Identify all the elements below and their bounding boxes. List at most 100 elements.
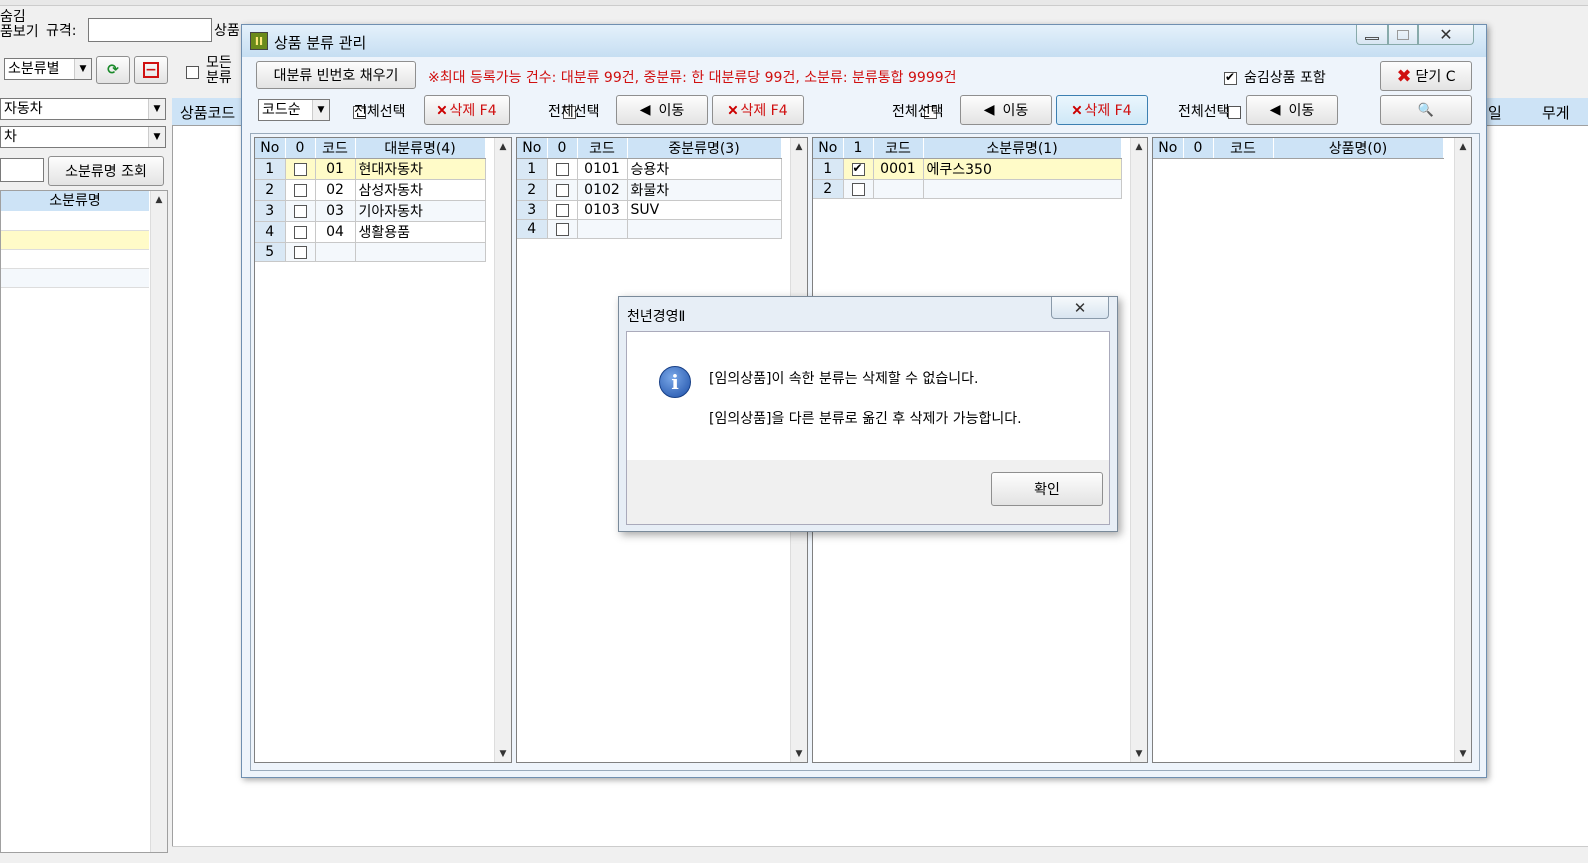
scroll-up-icon[interactable]: ▲ [1131, 138, 1147, 155]
table-row[interactable]: 2 [813, 179, 1122, 199]
close-button[interactable]: ✖ 닫기 C [1380, 61, 1472, 91]
hidden-view-label: 숨김 품보기 [0, 9, 39, 40]
sub-name-input[interactable] [0, 158, 44, 182]
major-select-all-label: 전체선택 [354, 104, 406, 120]
table-row[interactable]: 2 0102 화물차 [517, 179, 782, 201]
info-icon: i [659, 366, 691, 398]
scroll-up-icon[interactable]: ▲ [495, 138, 511, 155]
scroll-up-icon[interactable]: ▲ [791, 138, 807, 155]
fill-empty-numbers-button[interactable]: 대분류 빈번호 채우기 [256, 61, 416, 89]
bottom-scrollbar[interactable] [172, 846, 1588, 863]
minor-move-button[interactable]: ◀ 이동 [960, 95, 1052, 125]
table-row[interactable]: 1 0001 에쿠스350 [813, 158, 1122, 180]
row-checkbox[interactable] [293, 183, 307, 197]
row-checkbox-cell[interactable] [843, 158, 874, 180]
minor-grid-scrollbar[interactable]: ▲ ▼ [1130, 138, 1147, 762]
product-move-button[interactable]: ◀ 이동 [1246, 95, 1338, 125]
row-no: 4 [517, 219, 548, 239]
table-row[interactable]: 4 04 생활용품 [255, 221, 486, 243]
row-code: 0001 [873, 158, 924, 180]
maximize-button[interactable] [1388, 25, 1418, 45]
middle-delete-label: 삭제 F4 [740, 103, 788, 119]
row-checkbox[interactable] [851, 161, 865, 176]
row-name: SUV [627, 200, 782, 220]
table-row[interactable]: 3 03 기아자동차 [255, 200, 486, 222]
col-check: 0 [1183, 138, 1214, 159]
row-checkbox-cell[interactable] [285, 242, 316, 262]
table-row[interactable]: 4 [517, 219, 782, 239]
row-checkbox-cell[interactable] [547, 219, 578, 239]
max-count-notice: ※최대 등록가능 건수: 대분류 99건, 중분류: 한 대분류당 99건, 소… [428, 70, 957, 86]
refresh-button[interactable]: ⟳ [96, 56, 130, 84]
scroll-down-icon[interactable]: ▼ [1455, 745, 1471, 762]
row-checkbox[interactable] [293, 225, 307, 239]
row-code: 0103 [577, 200, 628, 220]
dialog-titlebar[interactable] [242, 25, 1486, 57]
sub-list-scrollbar[interactable]: ▲ [150, 191, 167, 852]
table-row[interactable]: 2 02 삼성자동차 [255, 179, 486, 201]
minor-delete-button[interactable]: 🗙 삭제 F4 [1056, 95, 1148, 125]
spec-input[interactable] [88, 18, 212, 42]
row-no: 1 [517, 158, 548, 180]
table-row[interactable]: 1 0101 승용차 [517, 158, 782, 180]
row-checkbox-cell[interactable] [843, 179, 874, 199]
table-row[interactable]: 3 0103 SUV [517, 200, 782, 220]
all-category-checkbox[interactable] [186, 65, 199, 79]
alert-close-button[interactable]: ✕ [1051, 297, 1109, 319]
row-checkbox-cell[interactable] [285, 179, 316, 201]
scroll-up-icon[interactable]: ▲ [1455, 138, 1471, 155]
major-delete-button[interactable]: 🗙 삭제 F4 [424, 95, 510, 125]
list-item[interactable] [1, 212, 149, 231]
ok-button[interactable]: 확인 [991, 472, 1103, 506]
row-code: 03 [315, 200, 356, 222]
middle-move-button[interactable]: ◀ 이동 [616, 95, 708, 125]
scroll-down-icon[interactable]: ▼ [791, 745, 807, 762]
chevron-down-icon: ▼ [312, 100, 329, 120]
category-combo-2[interactable]: 차 ▼ [0, 126, 166, 148]
row-checkbox[interactable] [293, 245, 307, 259]
minimize-button[interactable] [1356, 25, 1388, 45]
scroll-up-icon[interactable]: ▲ [151, 191, 167, 208]
row-checkbox-cell[interactable] [547, 200, 578, 220]
table-row[interactable]: 5 [255, 242, 486, 262]
row-checkbox[interactable] [555, 183, 569, 197]
col-no: No [255, 138, 286, 159]
row-checkbox-cell[interactable] [285, 158, 316, 180]
row-checkbox[interactable] [555, 162, 569, 176]
row-checkbox-cell[interactable] [285, 200, 316, 222]
row-checkbox[interactable] [851, 182, 865, 196]
product-select-all-checkbox[interactable] [1227, 105, 1241, 119]
scroll-down-icon[interactable]: ▼ [1131, 745, 1147, 762]
product-grid-scrollbar[interactable]: ▲ ▼ [1454, 138, 1471, 762]
row-checkbox[interactable] [293, 204, 307, 218]
major-grid-scrollbar[interactable]: ▲ ▼ [494, 138, 511, 762]
list-item[interactable] [1, 250, 149, 269]
row-checkbox-cell[interactable] [547, 158, 578, 180]
list-item[interactable] [1, 269, 149, 288]
col-name: 상품명(0) [1273, 138, 1444, 159]
row-checkbox-cell[interactable] [285, 221, 316, 243]
col-code: 코드 [315, 138, 356, 159]
row-checkbox[interactable] [555, 222, 569, 236]
search-button[interactable]: 🔍 [1380, 95, 1472, 125]
list-item[interactable] [1, 231, 149, 250]
minor-select-all-label: 전체선택 [892, 104, 944, 120]
middle-delete-button[interactable]: 🗙 삭제 F4 [712, 95, 804, 125]
row-name: 생활용품 [355, 221, 486, 243]
sub-category-combo[interactable]: 소분류별 ▼ [4, 58, 92, 80]
sort-combo[interactable]: 코드순 ▼ [258, 99, 330, 121]
minus-box-icon: − [143, 62, 159, 78]
row-name [923, 179, 1122, 199]
category-combo-1[interactable]: 자동차 ▼ [0, 98, 166, 120]
remove-button[interactable]: − [134, 56, 168, 84]
sub-lookup-button[interactable]: 소분류명 조회 [48, 156, 164, 186]
include-hidden-checkbox[interactable] [1224, 70, 1237, 85]
row-checkbox[interactable] [555, 203, 569, 217]
table-row[interactable]: 1 01 현대자동차 [255, 158, 486, 180]
scroll-down-icon[interactable]: ▼ [495, 745, 511, 762]
row-checkbox[interactable] [293, 162, 307, 176]
dialog-close-x-button[interactable]: ✕ [1418, 25, 1474, 45]
col-code: 코드 [577, 138, 628, 159]
row-name: 승용차 [627, 158, 782, 180]
row-checkbox-cell[interactable] [547, 179, 578, 201]
